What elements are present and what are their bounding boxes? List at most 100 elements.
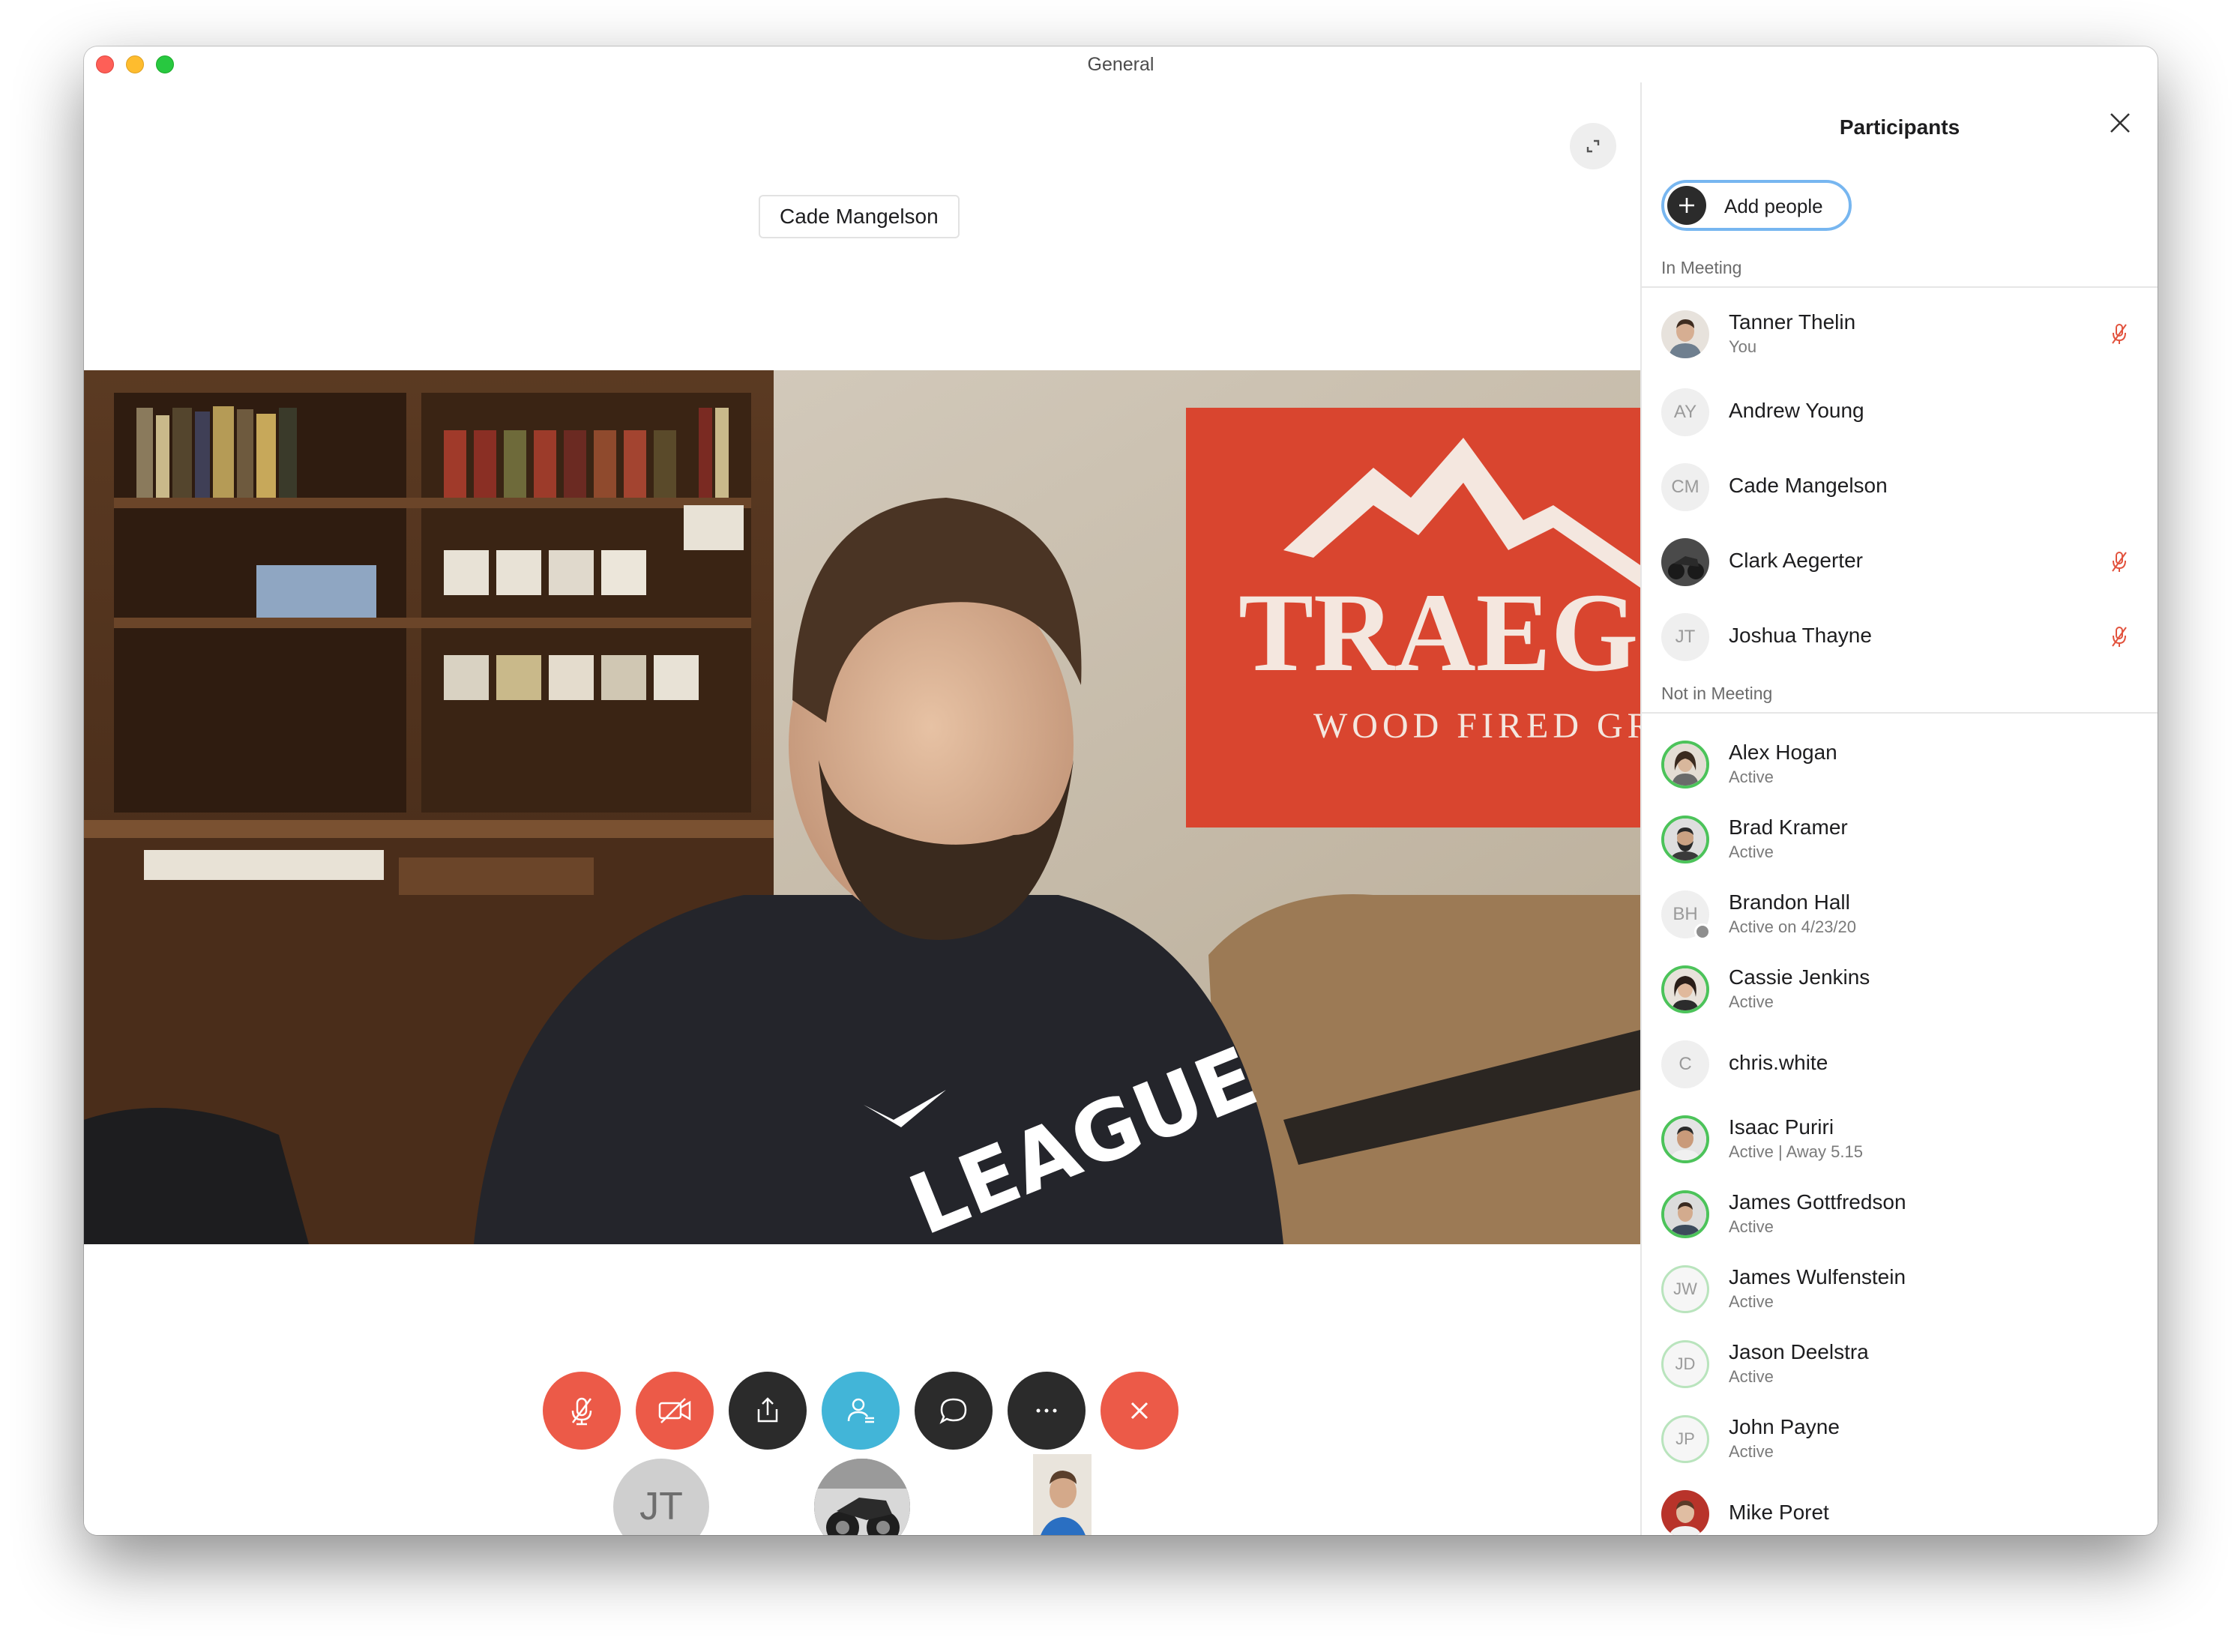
meeting-stage: Cade Mangelson TRAEG WOOD FIRED GR LEAGU… (84, 82, 1640, 1535)
mute-button[interactable] (543, 1372, 621, 1450)
add-people-button[interactable]: Add people (1661, 180, 1852, 231)
mic-off-icon (571, 1397, 592, 1426)
avatar: JW (1661, 1265, 1709, 1313)
participant-status: Active (1729, 1442, 1774, 1461)
expand-icon (1586, 139, 1600, 153)
participant-status: Active (1729, 1217, 1774, 1236)
more-icon (1036, 1408, 1057, 1413)
participant-name: James Gottfredson (1729, 1190, 1906, 1214)
participant-status: Active on 4/23/20 (1729, 917, 1857, 936)
share-icon (757, 1397, 778, 1423)
avatar (1661, 1115, 1709, 1163)
participant-name: Joshua Thayne (1729, 624, 1872, 647)
participant-status: Active (1729, 768, 1774, 786)
motorcycle-image (814, 1459, 910, 1535)
avatar (1661, 1190, 1709, 1238)
video-button[interactable] (636, 1372, 714, 1450)
participant-row[interactable]: JD Jason Deelstra Active (1642, 1333, 2158, 1396)
avatar: AY (1661, 388, 1709, 436)
video-frame: TRAEG WOOD FIRED GR LEAGUE (84, 370, 1640, 1244)
avatar (1661, 1490, 1709, 1535)
avatar: JD (1661, 1340, 1709, 1388)
participant-row[interactable]: James Gottfredson Active (1642, 1183, 2158, 1246)
participant-status: Active (1729, 1367, 1774, 1386)
avatar (1661, 965, 1709, 1013)
muted-mic-icon (2112, 627, 2127, 647)
participant-name: Mike Poret (1729, 1501, 1829, 1524)
self-video-image (1033, 1454, 1092, 1535)
avatar: C (1661, 1040, 1709, 1088)
participant-row[interactable]: Clark Aegerter (1642, 531, 2158, 594)
participant-status: Active | Away 5.15 (1729, 1142, 1863, 1161)
main-video: TRAEG WOOD FIRED GR LEAGUE (84, 370, 1640, 1244)
avatar (1661, 310, 1709, 358)
avatar: JP (1661, 1415, 1709, 1463)
participant-row[interactable]: Isaac Puriri Active | Away 5.15 (1642, 1108, 2158, 1171)
participant-name: James Wulfenstein (1729, 1265, 1906, 1288)
participant-name: Jason Deelstra (1729, 1340, 1869, 1363)
chat-button[interactable] (915, 1372, 993, 1450)
muted-mic-icon (2112, 324, 2127, 344)
end-call-button[interactable] (1101, 1372, 1178, 1450)
meeting-window: General Cade Mangelson TRAEG WOOD FIRED … (84, 46, 2158, 1535)
participant-row[interactable]: JW James Wulfenstein Active (1642, 1258, 2158, 1321)
window-title: General (1087, 54, 1154, 75)
participant-row[interactable]: Cassie Jenkins Active (1642, 958, 2158, 1021)
divider (1642, 712, 2158, 714)
participant-name: Cade Mangelson (1729, 474, 1888, 497)
participant-name: Isaac Puriri (1729, 1115, 1834, 1139)
participant-row[interactable]: JT Joshua Thayne (1642, 606, 2158, 669)
muted-mic-icon (2112, 552, 2127, 572)
active-speaker-label: Cade Mangelson (759, 195, 960, 238)
banner-line1: TRAEG (1238, 570, 1638, 695)
share-button[interactable] (729, 1372, 807, 1450)
divider (1642, 286, 2158, 288)
participant-row[interactable]: JP John Payne Active (1642, 1408, 2158, 1471)
expand-button[interactable] (1570, 123, 1616, 169)
participant-row[interactable]: C chris.white (1642, 1033, 2158, 1096)
participant-status: Active (1729, 992, 1774, 1011)
participant-name: chris.white (1729, 1051, 1828, 1074)
participant-name: John Payne (1729, 1415, 1840, 1438)
title-bar: General (84, 46, 2158, 82)
thumbnail-avatar-motorcycle[interactable] (814, 1459, 910, 1535)
chat-icon (939, 1398, 967, 1424)
panel-title: Participants (1839, 115, 1960, 139)
participants-icon (847, 1398, 874, 1423)
participant-row[interactable]: Alex Hogan Active (1642, 733, 2158, 796)
participants-button[interactable] (822, 1372, 900, 1450)
thumbnail-video-self[interactable] (1033, 1454, 1092, 1535)
participant-name: Brandon Hall (1729, 890, 1850, 914)
not-in-meeting-header: Not in Meeting (1661, 684, 1773, 703)
video-off-icon (658, 1398, 691, 1423)
thumbnail-initials[interactable]: JT (613, 1459, 709, 1535)
participants-panel: Participants Add people In Meeting Tanne… (1640, 82, 2158, 1535)
participant-name: Clark Aegerter (1729, 549, 1863, 572)
participant-status: Active (1729, 842, 1774, 861)
participant-row[interactable]: Tanner Thelin You (1642, 303, 2158, 366)
participant-name: Alex Hogan (1729, 741, 1837, 764)
plus-icon (1667, 186, 1706, 225)
participant-status: Active (1729, 1292, 1774, 1311)
participant-name: Cassie Jenkins (1729, 965, 1870, 989)
participant-row[interactable]: Mike Poret (1642, 1483, 2158, 1535)
participant-row[interactable]: BH Brandon Hall Active on 4/23/20 (1642, 883, 2158, 946)
participant-name: Andrew Young (1729, 399, 1864, 422)
participant-row[interactable]: CM Cade Mangelson (1642, 456, 2158, 519)
close-icon (1130, 1402, 1148, 1420)
avatar: JT (1661, 613, 1709, 661)
away-clock-icon (1694, 923, 1711, 940)
participant-row[interactable]: Brad Kramer Active (1642, 808, 2158, 871)
add-people-label: Add people (1724, 195, 1823, 217)
avatar (1661, 816, 1709, 863)
avatar: CM (1661, 463, 1709, 511)
participant-row[interactable]: AY Andrew Young (1642, 381, 2158, 444)
more-button[interactable] (1008, 1372, 1086, 1450)
in-meeting-header: In Meeting (1661, 258, 1742, 277)
participant-status: You (1729, 337, 1757, 356)
participant-name: Tanner Thelin (1729, 310, 1856, 334)
avatar (1661, 538, 1709, 586)
banner-line2: WOOD FIRED GR (1313, 706, 1640, 746)
close-panel-icon[interactable] (2105, 108, 2135, 138)
participant-name: Brad Kramer (1729, 816, 1848, 839)
